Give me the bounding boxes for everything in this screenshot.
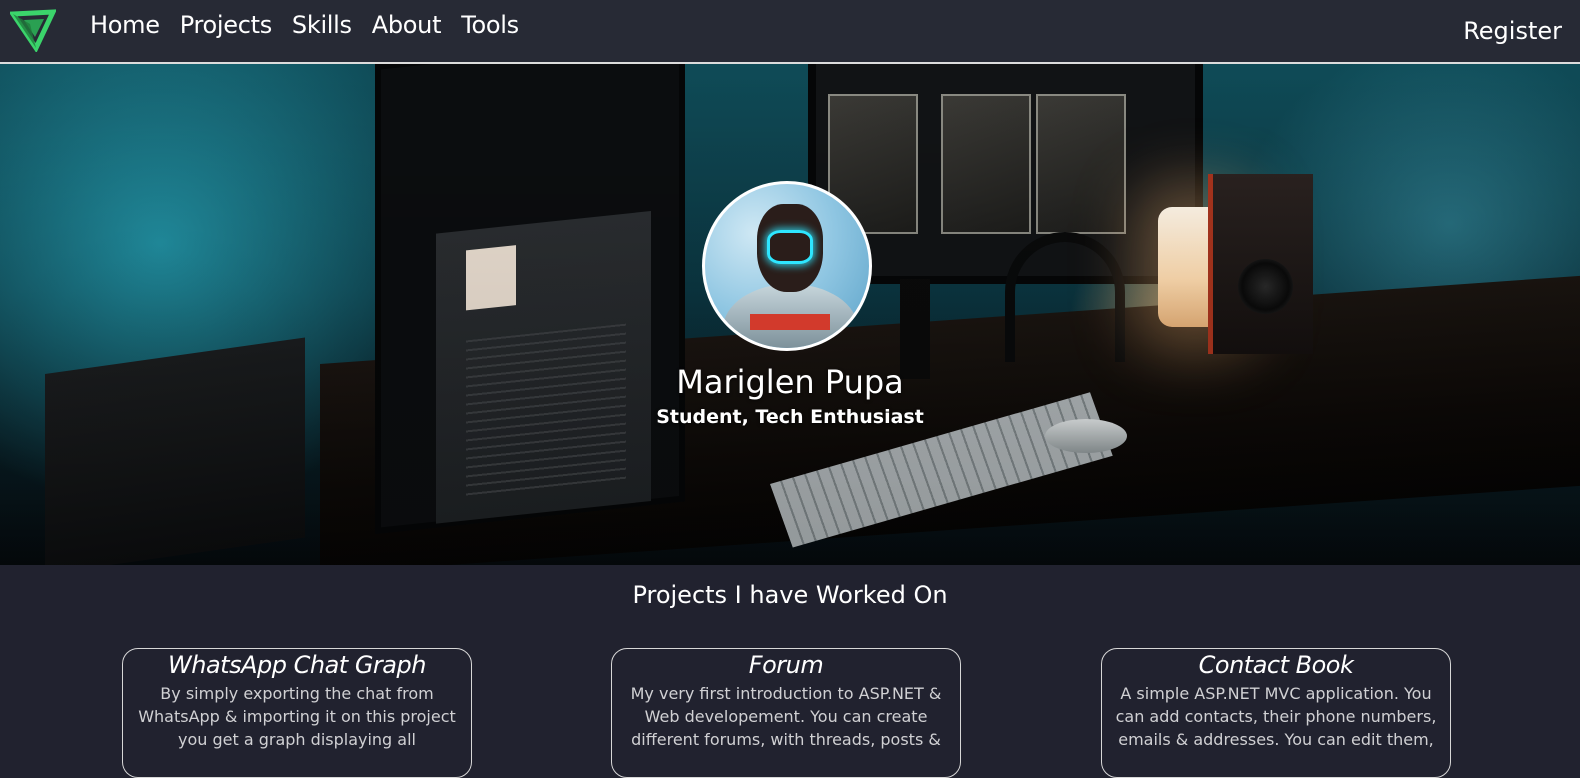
nav-link-skills[interactable]: Skills <box>292 8 352 42</box>
project-card-contact-book[interactable]: Contact Book A simple ASP.NET MVC applic… <box>1101 648 1451 778</box>
nav-link-projects[interactable]: Projects <box>180 8 273 42</box>
project-card-title: Contact Book <box>1198 651 1354 679</box>
top-navbar: Home Projects Skills About Tools Registe… <box>0 0 1580 64</box>
nav-link-about[interactable]: About <box>372 8 442 42</box>
logo-icon[interactable] <box>8 6 58 54</box>
nav-link-home[interactable]: Home <box>90 8 160 42</box>
avatar-stripe <box>750 314 830 330</box>
avatar-head <box>757 204 823 292</box>
project-card-description: By simply exporting the chat from WhatsA… <box>138 684 456 749</box>
neon-mask-icon <box>767 230 813 264</box>
hero-banner: Mariglen Pupa Student, Tech Enthusiast <box>0 64 1580 565</box>
project-card-description: My very first introduction to ASP.NET & … <box>630 684 942 749</box>
hero-subtitle: Student, Tech Enthusiast <box>656 406 924 428</box>
project-card-title: WhatsApp Chat Graph <box>168 651 426 679</box>
register-link[interactable]: Register <box>1463 14 1562 48</box>
project-card-title: Forum <box>748 651 824 679</box>
project-card-description: A simple ASP.NET MVC application. You ca… <box>1115 684 1437 749</box>
nav-links: Home Projects Skills About Tools <box>90 8 519 42</box>
project-card-forum[interactable]: Forum My very first introduction to ASP.… <box>611 648 961 778</box>
nav-link-tools[interactable]: Tools <box>461 8 519 42</box>
hero-name: Mariglen Pupa <box>676 363 904 401</box>
projects-section-title: Projects I have Worked On <box>632 581 948 609</box>
profile-avatar <box>702 181 872 351</box>
project-card-whatsapp[interactable]: WhatsApp Chat Graph By simply exporting … <box>122 648 472 778</box>
